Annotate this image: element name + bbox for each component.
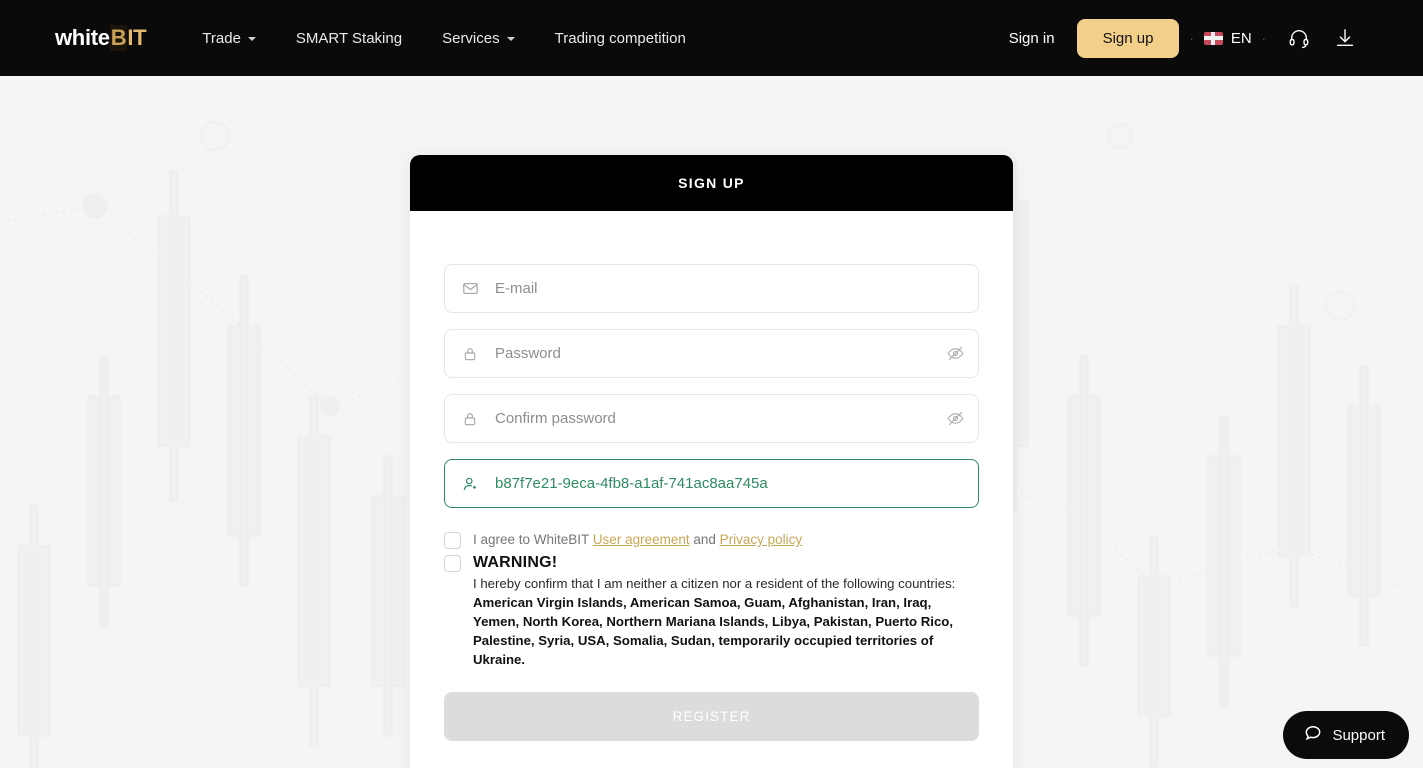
envelope-icon	[445, 280, 495, 297]
uk-flag-icon	[1203, 31, 1223, 45]
confirm-password-input[interactable]	[495, 395, 932, 442]
support-widget-button[interactable]: Support	[1283, 711, 1409, 759]
whitebit-logo[interactable]: white BIT	[55, 25, 147, 51]
warning-checkbox[interactable]	[444, 555, 461, 572]
separator-dot: ·	[1189, 30, 1194, 46]
agreement-text: I agree to WhiteBIT User agreement and P…	[473, 530, 802, 549]
password-field[interactable]	[444, 329, 979, 378]
signup-form: I agree to WhiteBIT User agreement and P…	[410, 211, 1013, 768]
chevron-down-icon	[506, 37, 515, 41]
language-selector[interactable]: EN	[1203, 29, 1252, 47]
signin-prompt: Already have an account?Sign in	[444, 741, 979, 768]
logo-text-bit: BIT	[109, 25, 147, 51]
language-label: EN	[1230, 29, 1252, 47]
nav-item-smart-staking[interactable]: SMART Staking	[276, 0, 422, 76]
logo-text-white: white	[55, 25, 110, 50]
referral-code-input[interactable]	[495, 460, 978, 507]
confirm-password-field[interactable]	[444, 394, 979, 443]
lock-icon	[445, 411, 495, 427]
signup-card: SIGN UP E-mail b87f7e21-9eca-4fb8-a1af-7…	[410, 155, 1013, 768]
nav-label: Trade	[202, 29, 241, 47]
site-header: white BIT Trade SMART Staking Services Tr…	[0, 0, 1423, 76]
register-button[interactable]: REGISTER	[444, 692, 979, 741]
eye-off-icon[interactable]	[932, 409, 978, 428]
email-field[interactable]	[444, 264, 979, 313]
chat-bubble-icon	[1303, 723, 1323, 747]
agreement-prefix: I agree to WhiteBIT	[473, 532, 593, 547]
warning-title: WARNING!	[473, 554, 558, 571]
agreement-row: I agree to WhiteBIT User agreement and P…	[444, 530, 979, 549]
email-input[interactable]	[495, 265, 978, 312]
nav-label: SMART Staking	[295, 29, 403, 47]
nav-label: Services	[442, 29, 500, 47]
warning-row: WARNING! I hereby confirm that I am neit…	[444, 553, 979, 669]
agreement-checkbox[interactable]	[444, 532, 461, 549]
sign-in-link[interactable]: Sign in	[993, 30, 1071, 47]
main-navigation: Trade SMART Staking Services Trading com…	[182, 0, 706, 76]
download-icon[interactable]	[1322, 27, 1368, 49]
referral-code-field[interactable]	[444, 459, 979, 508]
warning-block: WARNING! I hereby confirm that I am neit…	[473, 553, 979, 669]
nav-item-trade[interactable]: Trade	[182, 0, 276, 76]
sign-up-button[interactable]: Sign up	[1076, 18, 1180, 58]
agreement-middle: and	[689, 532, 720, 547]
chevron-down-icon	[247, 37, 256, 41]
eye-off-icon[interactable]	[932, 344, 978, 363]
password-input[interactable]	[495, 330, 932, 377]
privacy-policy-link[interactable]: Privacy policy	[720, 532, 803, 547]
nav-label: Trading competition	[554, 29, 686, 47]
header-actions: Sign in Sign up · EN ·	[993, 18, 1423, 58]
user-icon	[445, 475, 495, 493]
nav-item-services[interactable]: Services	[422, 0, 535, 76]
support-label: Support	[1332, 726, 1385, 744]
user-agreement-link[interactable]: User agreement	[593, 532, 690, 547]
warning-lead: I hereby confirm that I am neither a cit…	[473, 576, 956, 591]
lock-icon	[445, 346, 495, 362]
signup-page: white BIT Trade SMART Staking Services Tr…	[0, 0, 1423, 768]
separator-dot: ·	[1261, 30, 1266, 46]
card-title: SIGN UP	[410, 155, 1013, 211]
headset-icon[interactable]	[1276, 27, 1322, 49]
nav-item-trading-competition[interactable]: Trading competition	[535, 0, 706, 76]
warning-countries: American Virgin Islands, American Samoa,…	[473, 595, 954, 667]
